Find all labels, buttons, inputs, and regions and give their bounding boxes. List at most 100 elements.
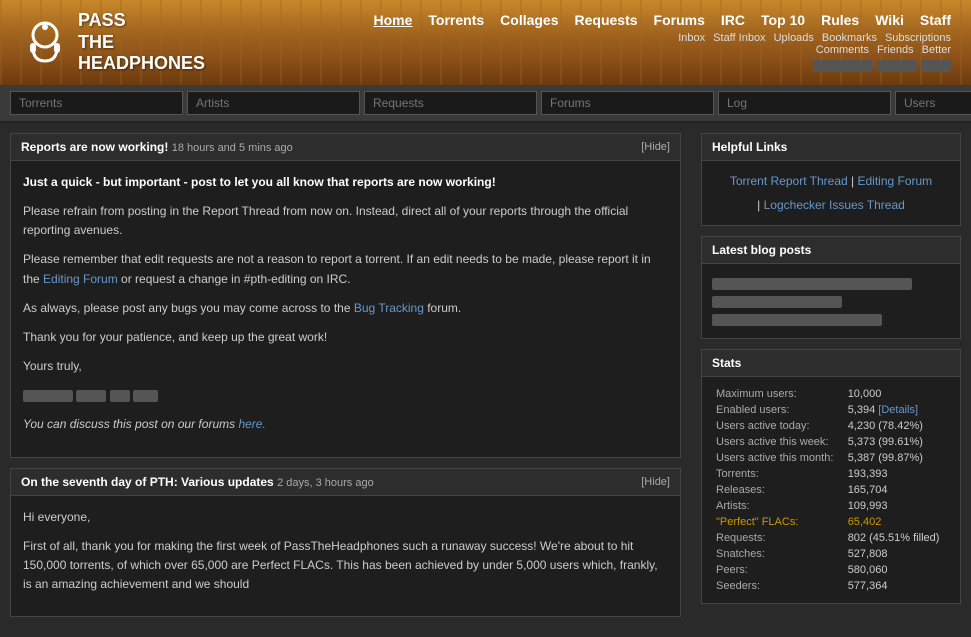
- stat-label: Seeders:: [714, 579, 844, 593]
- blog-title: Latest blog posts: [702, 237, 960, 264]
- stat-row-artists: Artists: 109,993: [714, 499, 948, 513]
- logo-text: PASS THE HEADPHONES: [78, 10, 205, 75]
- stat-value: 109,993: [846, 499, 948, 513]
- stat-value: 577,364: [846, 579, 948, 593]
- stat-value: 4,230 (78.42%): [846, 419, 948, 433]
- editing-forum-link[interactable]: Editing Forum: [43, 272, 118, 286]
- stat-row-max-users: Maximum users: 10,000: [714, 387, 948, 401]
- stat-row-snatches: Snatches: 527,808: [714, 547, 948, 561]
- ann1-discuss: You can discuss this post on our forums …: [23, 415, 668, 434]
- stat-value: 5,373 (99.61%): [846, 435, 948, 449]
- stat-row-enabled-users: Enabled users: 5,394 [Details]: [714, 403, 948, 417]
- ann1-para6: Yours truly,: [23, 357, 668, 376]
- ann2-para1: Hi everyone,: [23, 508, 668, 527]
- ann1-para3: Please remember that edit requests are n…: [23, 250, 668, 288]
- logchecker-link[interactable]: Logchecker Issues Thread: [764, 198, 905, 212]
- nav-subscriptions[interactable]: Subscriptions: [885, 32, 951, 44]
- announcement-2-title-area: On the seventh day of PTH: Various updat…: [21, 475, 374, 489]
- stat-label: Requests:: [714, 531, 844, 545]
- left-panel: Reports are now working! 18 hours and 5 …: [0, 123, 691, 637]
- user-info: Inbox Staff Inbox Uploads Bookmarks Subs…: [678, 32, 951, 72]
- discuss-here-link[interactable]: here.: [238, 417, 265, 431]
- stat-label: Enabled users:: [714, 403, 844, 417]
- nav-forums[interactable]: Forums: [654, 12, 705, 28]
- right-panel: Helpful Links Torrent Report Thread | Ed…: [691, 123, 971, 637]
- stat-row-releases: Releases: 165,704: [714, 483, 948, 497]
- stat-label: Users active this week:: [714, 435, 844, 449]
- stat-row-perfect-flacs: "Perfect" FLACs: 65,402: [714, 515, 948, 529]
- stat-label: Releases:: [714, 483, 844, 497]
- stat-value: 802 (45.51% filled): [846, 531, 948, 545]
- stat-label: Artists:: [714, 499, 844, 513]
- stat-value: 10,000: [846, 387, 948, 401]
- blog-post-3: [712, 312, 950, 326]
- blog-body: [702, 264, 960, 338]
- extra-blurred: [921, 60, 951, 72]
- stat-value: 65,402: [846, 515, 948, 529]
- announcement-1-hide[interactable]: [Hide]: [641, 141, 670, 153]
- nav-torrents[interactable]: Torrents: [428, 12, 484, 28]
- ann1-bold: Just a quick - but important - post to l…: [23, 175, 496, 189]
- ann1-para4: As always, please post any bugs you may …: [23, 299, 668, 318]
- nav-requests[interactable]: Requests: [575, 12, 638, 28]
- bug-tracking-link[interactable]: Bug Tracking: [354, 301, 424, 315]
- announcement-1-body: Just a quick - but important - post to l…: [11, 161, 680, 457]
- blog-widget: Latest blog posts: [701, 236, 961, 339]
- announcement-2-body: Hi everyone, First of all, thank you for…: [11, 496, 680, 617]
- ann1-para5: Thank you for your patience, and keep up…: [23, 328, 668, 347]
- announcement-1-title: Reports are now working! 18 hours and 5 …: [21, 140, 293, 154]
- header: PASS THE HEADPHONES Home Torrents Collag…: [0, 0, 971, 85]
- user-nav2: Comments Friends Better: [816, 44, 951, 56]
- search-log[interactable]: [718, 91, 891, 115]
- user-blurred-info: [813, 60, 951, 72]
- nav-inbox[interactable]: Inbox: [678, 32, 705, 44]
- nav-top10[interactable]: Top 10: [761, 12, 805, 28]
- stat-label: Users active today:: [714, 419, 844, 433]
- logo-icon: [20, 17, 70, 67]
- nav-bookmarks[interactable]: Bookmarks: [822, 32, 877, 44]
- search-requests[interactable]: [364, 91, 537, 115]
- nav-friends[interactable]: Friends: [877, 44, 914, 56]
- nav-area: Home Torrents Collages Requests Forums I…: [374, 12, 952, 72]
- stats-widget: Stats Maximum users: 10,000 Enabled user…: [701, 349, 961, 604]
- search-torrents[interactable]: [10, 91, 183, 115]
- stats-table: Maximum users: 10,000 Enabled users: 5,3…: [712, 385, 950, 595]
- details-link[interactable]: [Details]: [878, 404, 918, 416]
- nav-comments[interactable]: Comments: [816, 44, 869, 56]
- nav-staff-inbox[interactable]: Staff Inbox: [713, 32, 765, 44]
- logo-area: PASS THE HEADPHONES: [20, 10, 205, 75]
- announcement-2: On the seventh day of PTH: Various updat…: [10, 468, 681, 618]
- stat-value: 193,393: [846, 467, 948, 481]
- nav-uploads[interactable]: Uploads: [774, 32, 814, 44]
- announcement-1-header: Reports are now working! 18 hours and 5 …: [11, 134, 680, 161]
- nav-better[interactable]: Better: [922, 44, 951, 56]
- stat-row-active-month: Users active this month: 5,387 (99.87%): [714, 451, 948, 465]
- nav-rules[interactable]: Rules: [821, 12, 859, 28]
- stat-label: Maximum users:: [714, 387, 844, 401]
- nav-collages[interactable]: Collages: [500, 12, 558, 28]
- announcement-2-hide[interactable]: [Hide]: [641, 476, 670, 488]
- stats-body: Maximum users: 10,000 Enabled users: 5,3…: [702, 377, 960, 603]
- search-forums[interactable]: [541, 91, 714, 115]
- announcement-2-header: On the seventh day of PTH: Various updat…: [11, 469, 680, 496]
- stat-label: Peers:: [714, 563, 844, 577]
- ann2-para2: First of all, thank you for making the f…: [23, 537, 668, 595]
- stat-value: 5,394 [Details]: [846, 403, 948, 417]
- nav-wiki[interactable]: Wiki: [875, 12, 904, 28]
- nav-staff[interactable]: Staff: [920, 12, 951, 28]
- stat-value: 5,387 (99.87%): [846, 451, 948, 465]
- stat-row-torrents: Torrents: 193,393: [714, 467, 948, 481]
- search-artists[interactable]: [187, 91, 360, 115]
- editing-forum-right-link[interactable]: Editing Forum: [857, 174, 932, 188]
- search-users[interactable]: [895, 91, 971, 115]
- stat-label: Users active this month:: [714, 451, 844, 465]
- torrent-report-link[interactable]: Torrent Report Thread: [730, 174, 848, 188]
- announcement-1: Reports are now working! 18 hours and 5 …: [10, 133, 681, 458]
- stat-value: 527,808: [846, 547, 948, 561]
- user-nav: Inbox Staff Inbox Uploads Bookmarks Subs…: [678, 32, 951, 44]
- stats-title: Stats: [702, 350, 960, 377]
- nav-home[interactable]: Home: [374, 12, 413, 28]
- nav-irc[interactable]: IRC: [721, 12, 745, 28]
- stat-value: 580,060: [846, 563, 948, 577]
- ratio-blurred: [877, 60, 917, 72]
